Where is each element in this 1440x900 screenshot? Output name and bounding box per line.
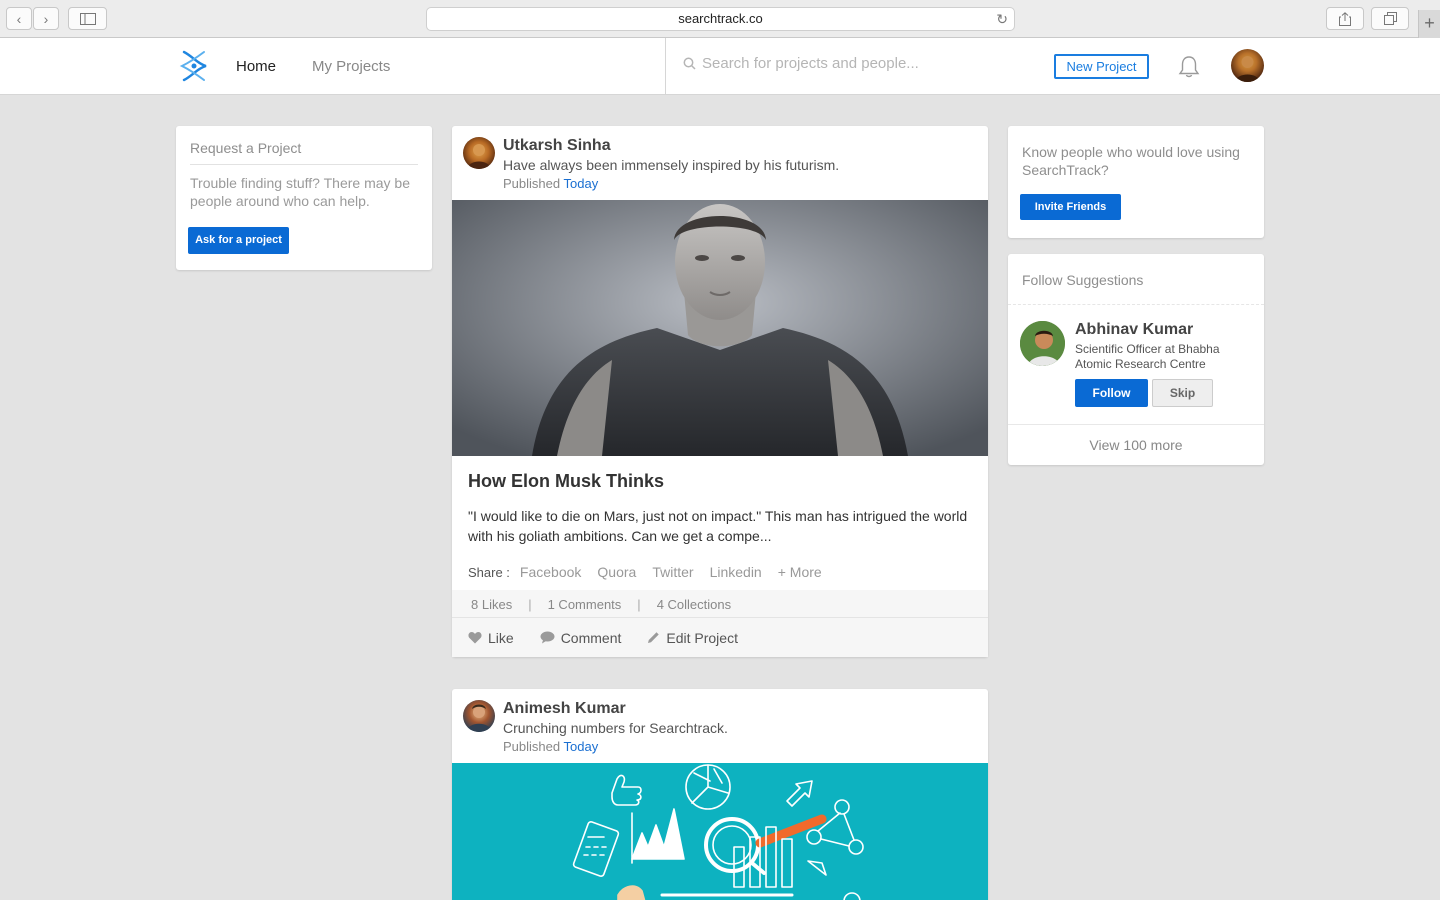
comment-icon	[540, 631, 555, 644]
author-name[interactable]: Animesh Kumar	[503, 700, 626, 718]
share-row: Share : Facebook Quora Twitter Linkedin …	[468, 564, 838, 580]
header-divider	[665, 38, 666, 95]
back-button[interactable]: ‹	[6, 7, 32, 30]
search-box[interactable]	[683, 55, 1002, 72]
search-input[interactable]	[702, 55, 1002, 72]
new-tab-button[interactable]: +	[1418, 10, 1440, 38]
share-quora-link[interactable]: Quora	[597, 564, 636, 580]
divider	[1008, 424, 1264, 425]
suggestion-avatar[interactable]	[1020, 321, 1065, 366]
share-twitter-link[interactable]: Twitter	[652, 564, 693, 580]
logo-icon[interactable]	[178, 48, 210, 84]
feed-post: Utkarsh Sinha Have always been immensely…	[452, 126, 988, 657]
collections-count[interactable]: 4 Collections	[657, 597, 731, 612]
edit-project-button[interactable]: Edit Project	[647, 630, 738, 646]
share-label: Share :	[468, 564, 510, 580]
suggestion-name[interactable]: Abhinav Kumar	[1075, 321, 1193, 339]
post-cover-image[interactable]	[452, 763, 988, 900]
view-more-link[interactable]: View 100 more	[1008, 437, 1264, 453]
published-date[interactable]: Today	[564, 739, 599, 754]
invite-card: Know people who would love using SearchT…	[1008, 126, 1264, 238]
feed-post: Animesh Kumar Crunching numbers for Sear…	[452, 689, 988, 900]
new-project-button[interactable]: New Project	[1054, 54, 1149, 79]
search-icon	[683, 57, 696, 70]
post-excerpt: "I would like to die on Mars, just not o…	[468, 508, 968, 544]
tabs-button[interactable]	[1371, 7, 1409, 30]
author-avatar[interactable]	[463, 137, 495, 169]
follow-button[interactable]: Follow	[1075, 379, 1148, 407]
published-info: Published Today	[503, 739, 598, 754]
share-facebook-link[interactable]: Facebook	[520, 564, 581, 580]
pencil-icon	[648, 632, 660, 643]
published-label: Published	[503, 176, 561, 191]
forward-icon: ›	[43, 10, 49, 27]
post-title[interactable]: How Elon Musk Thinks	[468, 471, 664, 492]
author-avatar[interactable]	[463, 700, 495, 732]
browser-toolbar: ‹ › searchtrack.co ↻ +	[0, 0, 1440, 38]
sidebar-icon	[79, 12, 96, 25]
post-actions: Like Comment Edit Project	[452, 617, 988, 657]
site-header: Home My Projects New Project	[0, 38, 1440, 95]
suggestion-role: Scientific Officer at Bhabha Atomic Rese…	[1075, 342, 1220, 371]
share-icon	[1339, 11, 1351, 26]
plus-icon: +	[1424, 13, 1435, 33]
like-button[interactable]: Like	[468, 630, 514, 646]
nav-my-projects[interactable]: My Projects	[312, 58, 390, 75]
user-avatar[interactable]	[1231, 49, 1264, 82]
forward-button[interactable]: ›	[33, 7, 59, 30]
tabs-icon	[1383, 12, 1397, 25]
back-icon: ‹	[16, 10, 22, 27]
ask-for-project-button[interactable]: Ask for a project	[188, 227, 289, 254]
published-label: Published	[503, 739, 561, 754]
post-subtitle: Have always been immensely inspired by h…	[503, 157, 840, 173]
edit-project-label: Edit Project	[666, 629, 738, 646]
post-stats: 8 Likes | 1 Comments | 4 Collections	[452, 590, 988, 618]
share-linkedin-link[interactable]: Linkedin	[710, 564, 762, 580]
share-button[interactable]	[1326, 7, 1364, 30]
sidebar-toggle-button[interactable]	[68, 7, 107, 30]
request-project-text: Trouble finding stuff? There may be peop…	[190, 175, 410, 209]
stats-separator: |	[637, 596, 641, 612]
divider	[1008, 304, 1264, 305]
follow-suggestions-card: Follow Suggestions Abhinav Kumar Scienti…	[1008, 254, 1264, 465]
reload-icon[interactable]: ↻	[996, 8, 1008, 30]
nav-home[interactable]: Home	[236, 58, 276, 75]
post-cover-image[interactable]	[452, 200, 988, 456]
comments-count[interactable]: 1 Comments	[548, 597, 622, 612]
bell-icon[interactable]	[1176, 54, 1202, 80]
skip-button[interactable]: Skip	[1152, 379, 1213, 407]
comment-label: Comment	[560, 629, 622, 646]
like-label: Like	[488, 629, 514, 646]
invite-text: Know people who would love using SearchT…	[1022, 144, 1240, 178]
author-name[interactable]: Utkarsh Sinha	[503, 137, 611, 155]
comment-button[interactable]: Comment	[540, 629, 622, 646]
published-info: Published Today	[503, 176, 598, 191]
url-bar[interactable]: searchtrack.co ↻	[426, 7, 1015, 31]
request-project-card: Request a Project Trouble finding stuff?…	[176, 126, 432, 270]
heart-icon	[468, 632, 482, 644]
stats-separator: |	[528, 596, 532, 612]
invite-friends-button[interactable]: Invite Friends	[1020, 194, 1121, 220]
url-text: searchtrack.co	[678, 11, 763, 26]
published-date[interactable]: Today	[564, 176, 599, 191]
post-subtitle: Crunching numbers for Searchtrack.	[503, 720, 728, 736]
likes-count[interactable]: 8 Likes	[471, 597, 512, 612]
request-project-title: Request a Project	[190, 140, 418, 165]
share-more-link[interactable]: + More	[778, 564, 822, 580]
follow-suggestions-title: Follow Suggestions	[1022, 272, 1144, 288]
